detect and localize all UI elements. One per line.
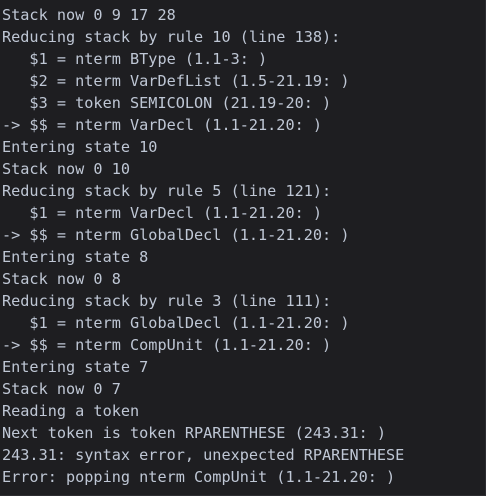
- terminal-line: $1 = nterm BType (1.1-3: ): [2, 50, 268, 68]
- terminal-line: $2 = nterm VarDefList (1.5-21.19: ): [2, 72, 350, 90]
- terminal-line: Entering state 7: [2, 358, 149, 376]
- terminal-line: Entering state 8: [2, 248, 149, 266]
- terminal-line: Reducing stack by rule 3 (line 111):: [2, 292, 332, 310]
- terminal-line: Error: popping nterm CompUnit (1.1-21.20…: [2, 468, 396, 486]
- terminal-line: -> $$ = nterm CompUnit (1.1-21.20: ): [2, 336, 332, 354]
- terminal-line: Reducing stack by rule 5 (line 121):: [2, 182, 332, 200]
- terminal-window[interactable]: Stack now 0 9 17 28 Reducing stack by ru…: [0, 0, 486, 496]
- terminal-line: $1 = nterm VarDecl (1.1-21.20: ): [2, 204, 323, 222]
- terminal-output: Stack now 0 9 17 28 Reducing stack by ru…: [2, 4, 404, 488]
- terminal-line: Stack now 0 9 17 28: [2, 6, 176, 24]
- terminal-line: -> $$ = nterm GlobalDecl (1.1-21.20: ): [2, 226, 350, 244]
- terminal-line: Stack now 0 8: [2, 270, 121, 288]
- terminal-line: -> $$ = nterm VarDecl (1.1-21.20: ): [2, 116, 323, 134]
- terminal-line: Stack now 0 10: [2, 160, 131, 178]
- terminal-line: Stack now 0 7: [2, 380, 121, 398]
- terminal-line: $3 = token SEMICOLON (21.19-20: ): [2, 94, 332, 112]
- terminal-line: $1 = nterm GlobalDecl (1.1-21.20: ): [2, 314, 350, 332]
- terminal-line: Next token is token RPARENTHESE (243.31:…: [2, 424, 387, 442]
- terminal-line: Reading a token: [2, 402, 140, 420]
- terminal-line: Entering state 10: [2, 138, 158, 156]
- terminal-line: Reducing stack by rule 10 (line 138):: [2, 28, 341, 46]
- terminal-line: 243.31: syntax error, unexpected RPARENT…: [2, 446, 405, 464]
